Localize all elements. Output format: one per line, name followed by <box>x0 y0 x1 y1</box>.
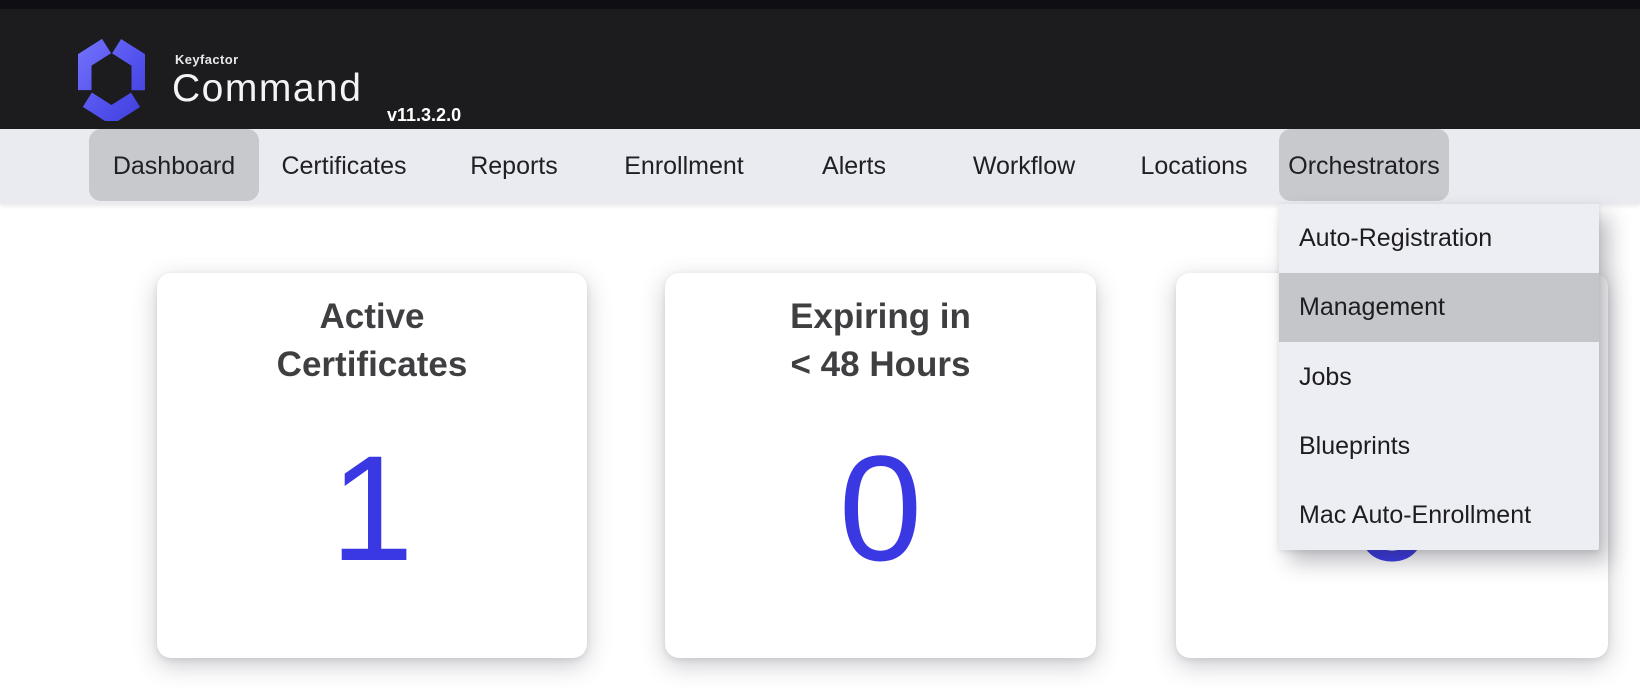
stat-card-active-certificates[interactable]: Active Certificates 1 <box>157 273 587 658</box>
main-navbar: Dashboard Certificates Reports Enrollmen… <box>0 129 1640 204</box>
orchestrators-menu: Auto-Registration Management Jobs Bluepr… <box>1279 204 1599 550</box>
nav-item-dashboard[interactable]: Dashboard <box>89 129 259 204</box>
card-value: 0 <box>665 433 1096 583</box>
keyfactor-logo-icon <box>78 37 145 121</box>
card-title: Expiring in < 48 Hours <box>665 273 1096 389</box>
menu-item-mac-auto-enrollment[interactable]: Mac Auto-Enrollment <box>1279 481 1599 550</box>
nav-item-locations[interactable]: Locations <box>1109 129 1279 204</box>
menu-item-management[interactable]: Management <box>1279 273 1599 342</box>
card-title: Active Certificates <box>157 273 587 389</box>
window-top-strip <box>0 0 1640 9</box>
nav-item-enrollment[interactable]: Enrollment <box>599 129 769 204</box>
menu-item-jobs[interactable]: Jobs <box>1279 342 1599 411</box>
nav-item-workflow[interactable]: Workflow <box>939 129 1109 204</box>
keyfactor-brand-home-link[interactable]: Keyfactor Command v11.3.2.0 <box>70 19 490 129</box>
brand-command-label: Command <box>172 69 362 108</box>
nav-item-certificates[interactable]: Certificates <box>259 129 429 204</box>
brand-keyfactor-label: Keyfactor <box>175 53 239 66</box>
nav-item-orchestrators[interactable]: Orchestrators <box>1279 129 1449 204</box>
app-header: Keyfactor Command v11.3.2.0 <box>0 9 1640 129</box>
nav-item-reports[interactable]: Reports <box>429 129 599 204</box>
version-label: v11.3.2.0 <box>387 106 461 124</box>
page: Keyfactor Command v11.3.2.0 Dashboard Ce… <box>0 0 1640 694</box>
nav-item-alerts[interactable]: Alerts <box>769 129 939 204</box>
card-value: 1 <box>157 433 587 583</box>
stat-card-expiring-48-hours[interactable]: Expiring in < 48 Hours 0 <box>665 273 1096 658</box>
menu-item-blueprints[interactable]: Blueprints <box>1279 412 1599 481</box>
menu-item-auto-registration[interactable]: Auto-Registration <box>1279 204 1599 273</box>
